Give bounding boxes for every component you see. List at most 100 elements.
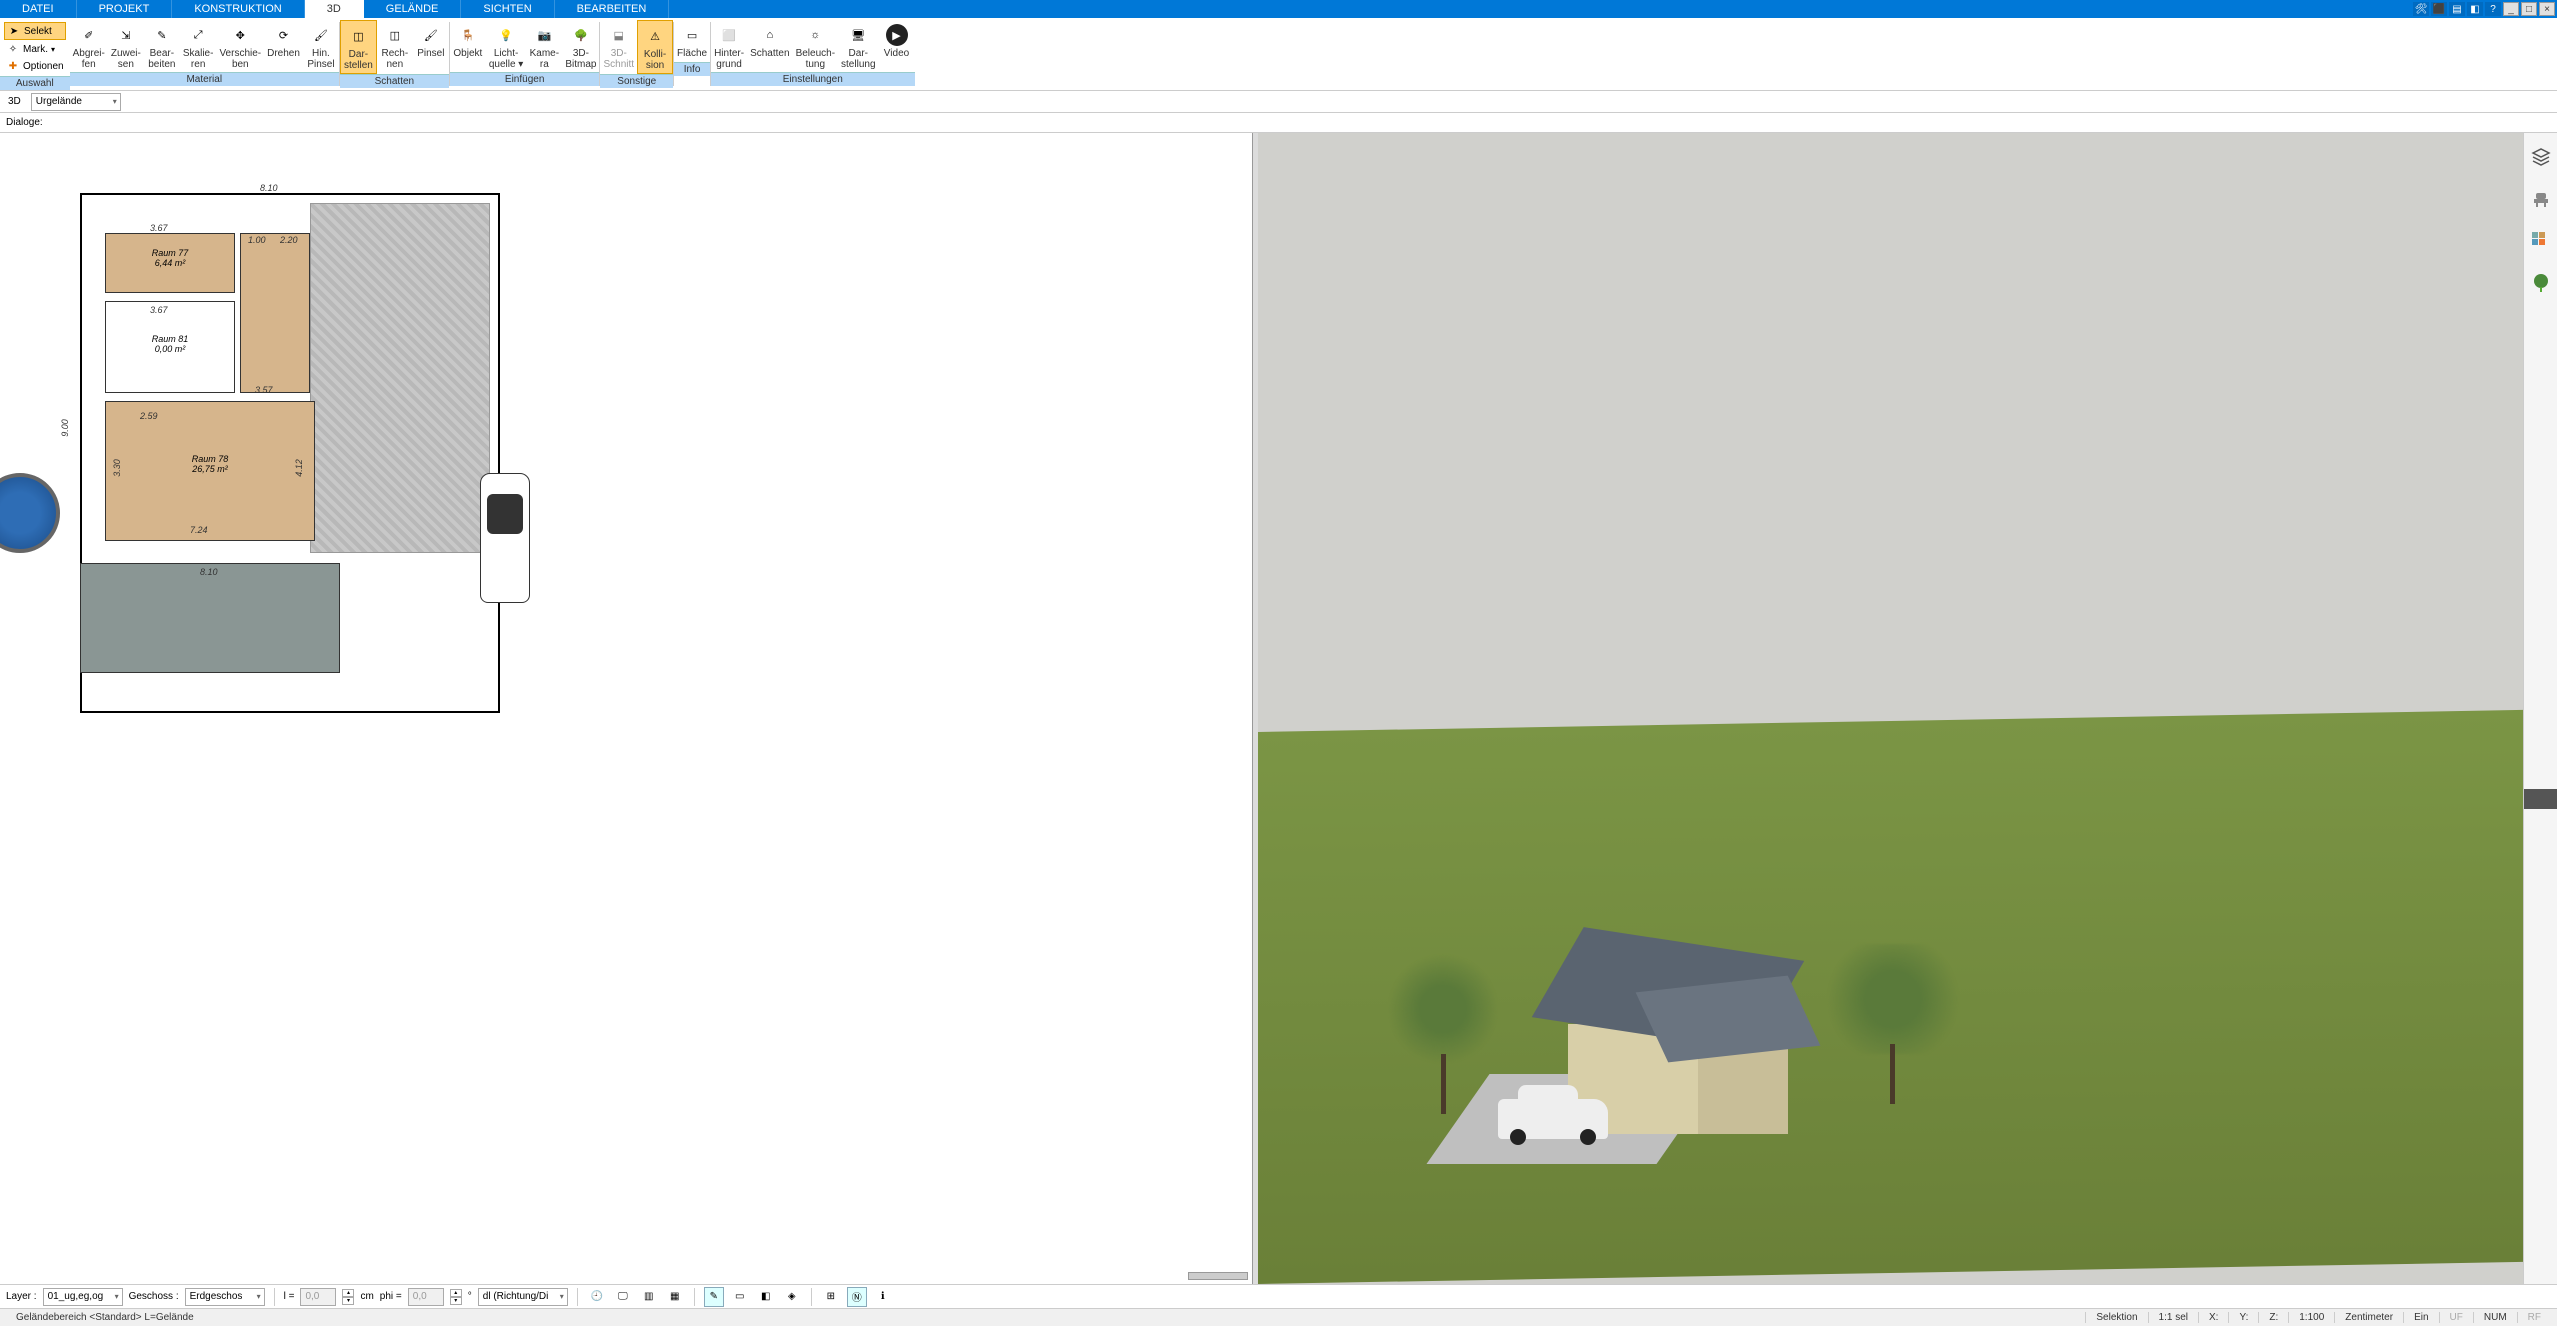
move-button[interactable]: ✥Verschie- ben: [216, 20, 264, 72]
chair-icon: 🪑: [455, 22, 481, 48]
section-button[interactable]: ⬓3D- Schnitt: [600, 20, 637, 72]
monitor-icon[interactable]: 🖵: [613, 1287, 633, 1307]
ribbon-group-schatten: ◫Dar- stellen◫Rech- nen🖌Pinsel Schatten: [340, 18, 449, 90]
scale-button[interactable]: ⤢Skalie- ren: [180, 20, 217, 72]
close-button[interactable]: ×: [2539, 2, 2555, 16]
area-button[interactable]: ▭Fläche: [674, 20, 710, 62]
geschoss-label: Geschoss :: [129, 1291, 179, 1302]
furniture-panel-button[interactable]: [2529, 187, 2553, 211]
camera-button[interactable]: 📷Kame- ra: [526, 20, 562, 72]
viewport-3d[interactable]: [1258, 133, 2523, 1284]
assign-icon: ⇲: [113, 22, 139, 48]
lighting-icon: ☼: [802, 22, 828, 48]
layer-combo[interactable]: Urgelände: [31, 93, 121, 111]
menu-tab-bearbeiten[interactable]: BEARBEITEN: [555, 0, 670, 18]
brush-bg-button[interactable]: 🖌Hin. Pinsel: [303, 20, 339, 72]
car-3d: [1498, 1099, 1608, 1139]
layer-label: Layer :: [6, 1291, 37, 1302]
ribbon-group-auswahl: ➤Selekt ✧Mark.▾ ✚Optionen Auswahl: [0, 18, 70, 90]
edit-mode-icon[interactable]: ✎: [704, 1287, 724, 1307]
length-label: l =: [284, 1291, 295, 1302]
edit-material-button[interactable]: ✎Bear- beiten: [144, 20, 180, 72]
menu-tab-sichten[interactable]: SICHTEN: [461, 0, 554, 18]
menu-tab-datei[interactable]: DATEI: [0, 0, 77, 18]
status-bar: Geländebereich <Standard> L=Gelände Sele…: [0, 1308, 2557, 1326]
rotate-button[interactable]: ⟳Drehen: [264, 20, 303, 62]
selekt-button[interactable]: ➤Selekt: [4, 22, 66, 40]
eyedropper-button[interactable]: ✐Abgrei- fen: [70, 20, 108, 72]
workspace: 8.10 9.00 Raum 776,44 m² 3.67 Raum 810,0…: [0, 133, 2557, 1284]
help-icon[interactable]: ?: [2485, 2, 2501, 16]
hallway: [240, 233, 310, 393]
geschoss-select[interactable]: Erdgeschos: [185, 1288, 265, 1306]
assign-button[interactable]: ⇲Zuwei- sen: [108, 20, 144, 72]
info-icon[interactable]: ℹ: [873, 1287, 893, 1307]
layers-icon[interactable]: ▦: [665, 1287, 685, 1307]
dl-select[interactable]: dl (Richtung/Di: [478, 1288, 568, 1306]
box-mode-icon[interactable]: ▭: [730, 1287, 750, 1307]
cube-icon[interactable]: ◧: [2467, 2, 2483, 16]
tree-icon: 🌳: [568, 22, 594, 48]
status-scale: 1:100: [2288, 1312, 2334, 1323]
north-icon[interactable]: Ⓝ: [847, 1287, 867, 1307]
box-calc-button[interactable]: ◫Rech- nen: [377, 20, 413, 72]
box-shadow-button[interactable]: ◫Dar- stellen: [340, 20, 377, 74]
plants-panel-button[interactable]: [2529, 271, 2553, 295]
menu-tab-3d[interactable]: 3D: [305, 0, 364, 18]
viewport-2d[interactable]: 8.10 9.00 Raum 776,44 m² 3.67 Raum 810,0…: [0, 133, 1253, 1284]
phi-spinner[interactable]: ▴▾: [450, 1289, 462, 1305]
menu-tab-projekt[interactable]: PROJEKT: [77, 0, 173, 18]
collision-icon: ⚠: [642, 23, 668, 49]
collision-button[interactable]: ⚠Kolli- sion: [637, 20, 673, 74]
room-78: Raum 7826,75 m²: [105, 401, 315, 541]
tools-icon[interactable]: 🛠: [2413, 2, 2429, 16]
lighting-button[interactable]: ☼Beleuch- tung: [793, 20, 838, 72]
optionen-button[interactable]: ✚Optionen: [4, 58, 66, 74]
3d-icon[interactable]: ◈: [782, 1287, 802, 1307]
brush-icon: 🖌: [418, 22, 444, 48]
background-button[interactable]: ⬜Hinter- grund: [711, 20, 747, 72]
button-label: 3D- Bitmap: [565, 49, 596, 70]
monitor-icon: 🖥: [845, 22, 871, 48]
status-text: Geländebereich <Standard> L=Gelände: [6, 1312, 2085, 1323]
mark-button[interactable]: ✧Mark.▾: [4, 41, 66, 57]
length-spinner[interactable]: ▴▾: [342, 1289, 354, 1305]
surface-icon[interactable]: ◧: [756, 1287, 776, 1307]
button-label: Kolli- sion: [644, 50, 666, 71]
phi-input[interactable]: 0,0: [408, 1288, 444, 1306]
length-unit: cm: [360, 1291, 373, 1302]
minimize-button[interactable]: _: [2503, 2, 2519, 16]
button-label: 3D- Schnitt: [603, 49, 634, 70]
box-icon[interactable]: ⬛: [2431, 2, 2447, 16]
monitor-button[interactable]: 🖥Dar- stellung: [838, 20, 878, 72]
panel-handle[interactable]: [2524, 789, 2557, 809]
menu-tab-konstruktion[interactable]: KONSTRUKTION: [172, 0, 304, 18]
materials-panel-button[interactable]: [2529, 229, 2553, 253]
clock-icon[interactable]: 🕘: [587, 1287, 607, 1307]
bulb-button[interactable]: 💡Licht- quelle ▾: [486, 20, 527, 72]
menu-tab-gelaende[interactable]: GELÄNDE: [364, 0, 462, 18]
stack-icon[interactable]: ▥: [639, 1287, 659, 1307]
tree-button[interactable]: 🌳3D- Bitmap: [562, 20, 599, 72]
play-button[interactable]: ▶Video: [879, 20, 915, 62]
edit-material-icon: ✎: [149, 22, 175, 48]
layers-panel-button[interactable]: [2529, 145, 2553, 169]
button-label: Video: [884, 49, 909, 60]
layer-select[interactable]: 01_ug,eg,og: [43, 1288, 123, 1306]
status-y: Y:: [2228, 1312, 2258, 1323]
group-label: Schatten: [340, 74, 449, 88]
tree-right: [1818, 944, 1968, 1104]
group-label: Info: [674, 62, 710, 76]
ribbon-group-info: ▭Fläche Info: [674, 18, 710, 90]
brush-button[interactable]: 🖌Pinsel: [413, 20, 449, 62]
length-input[interactable]: 0,0: [300, 1288, 336, 1306]
group-label: Sonstige: [600, 74, 673, 88]
scrollbar-h[interactable]: [1188, 1272, 1248, 1280]
chair-button[interactable]: 🪑Objekt: [450, 20, 486, 62]
status-sel: 1:1 sel: [2148, 1312, 2198, 1323]
maximize-button[interactable]: □: [2521, 2, 2537, 16]
grid-icon[interactable]: ⊞: [821, 1287, 841, 1307]
house-shadow-button[interactable]: ⌂Schatten: [747, 20, 792, 62]
play-icon: ▶: [884, 22, 910, 48]
layers-icon[interactable]: ▤: [2449, 2, 2465, 16]
